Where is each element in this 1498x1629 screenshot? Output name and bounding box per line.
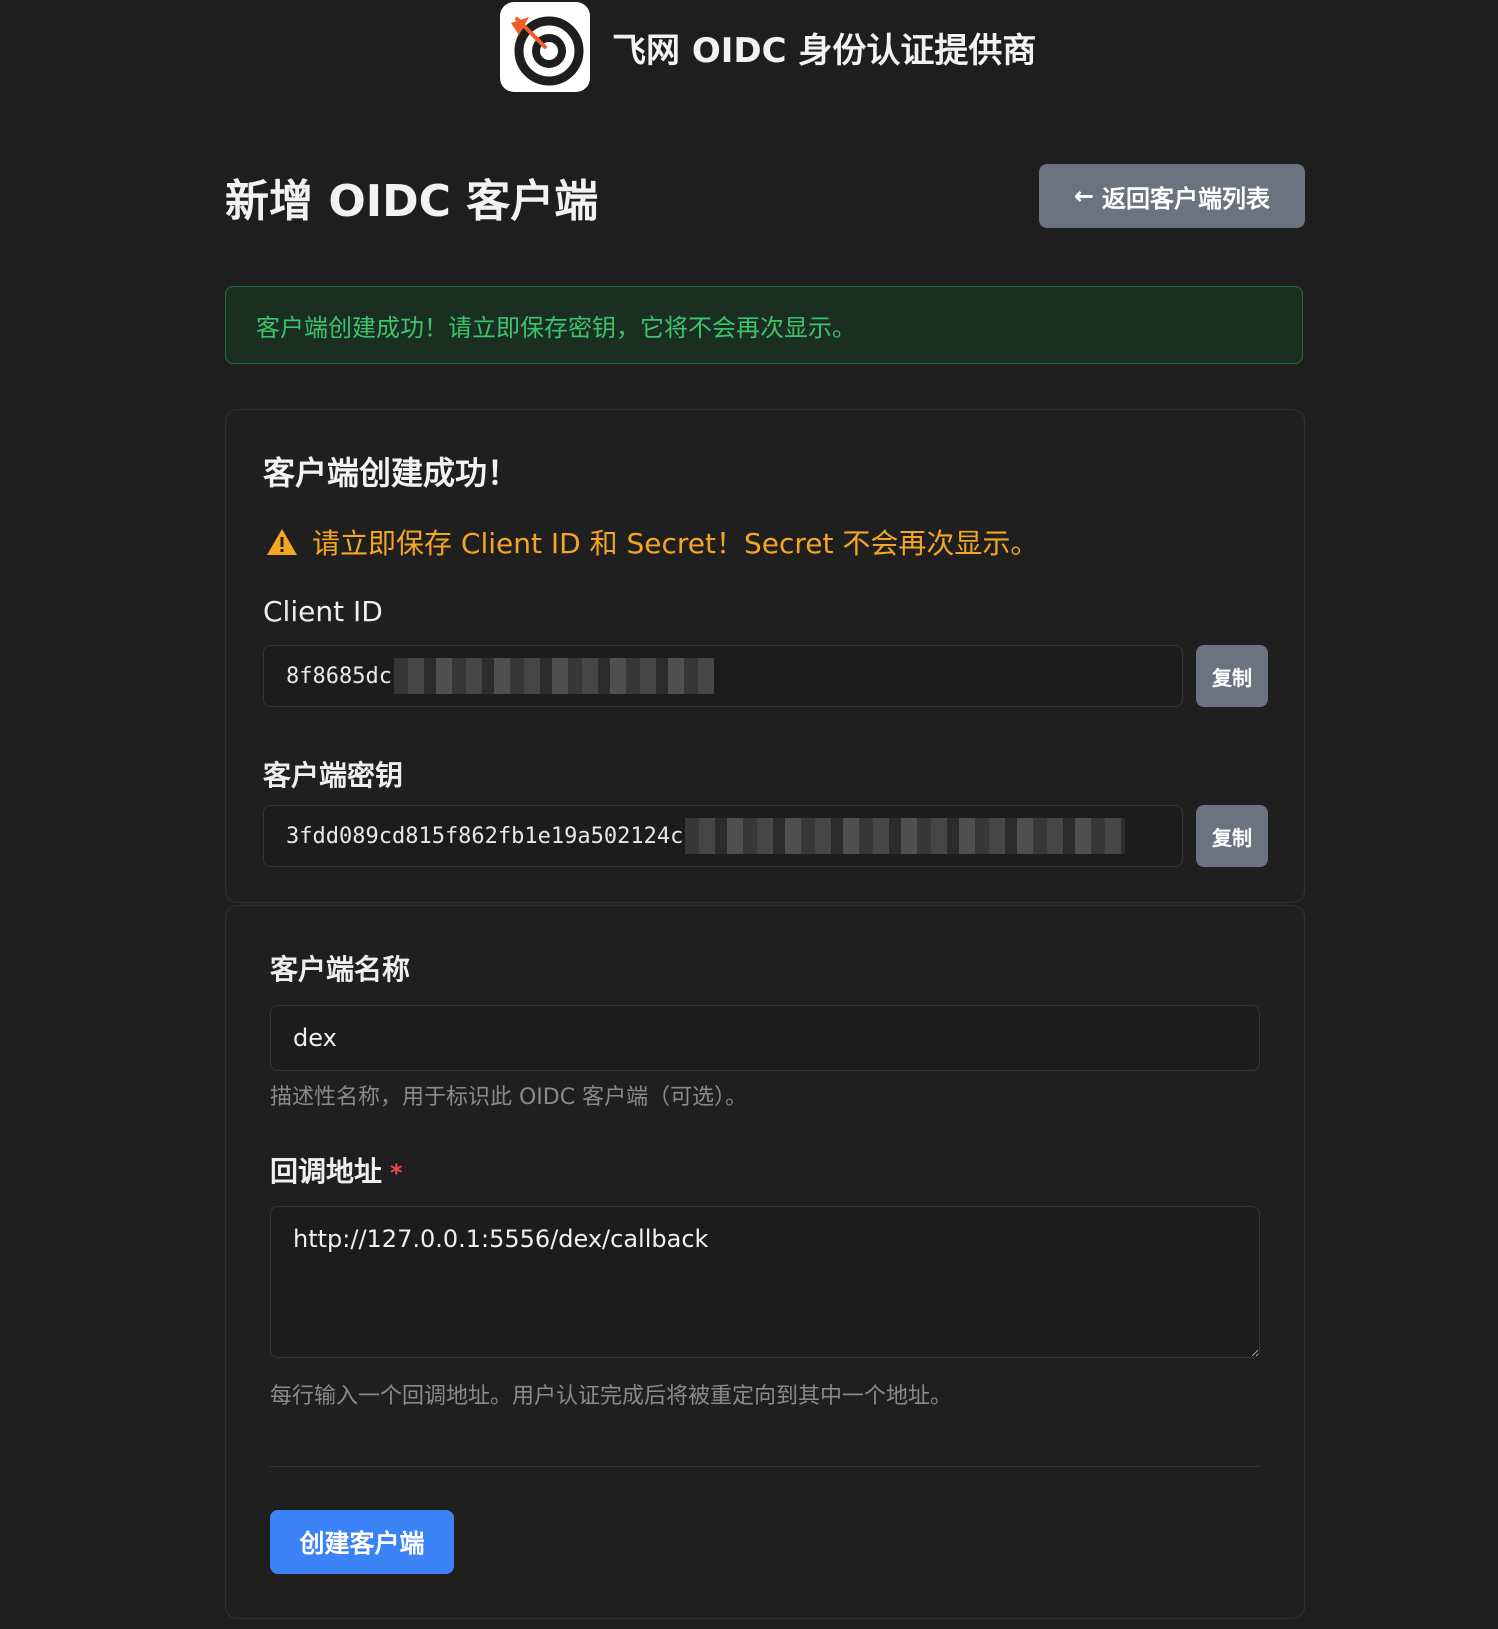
- arrow-left-icon: ←: [1073, 182, 1095, 210]
- success-alert-message: 客户端创建成功！请立即保存密钥，它将不会再次显示。: [256, 313, 856, 342]
- client-name-input[interactable]: [270, 1005, 1260, 1071]
- page-title: 新增 OIDC 客户端: [225, 176, 599, 227]
- client-secret-label: 客户端密钥: [263, 759, 404, 792]
- app-header: 飞网 OIDC 身份认证提供商: [500, 2, 1036, 92]
- back-button-label: 返回客户端列表: [1102, 184, 1271, 213]
- client-secret-value: 3fdd089cd815f862fb1e19a502124c: [286, 823, 684, 849]
- back-to-list-button[interactable]: ← 返回客户端列表: [1039, 164, 1305, 228]
- save-warning-text: 请立即保存 Client ID 和 Secret！Secret 不会再次显示。: [312, 527, 1039, 560]
- redirect-uri-help: 每行输入一个回调地址。用户认证完成后将被重定向到其中一个地址。: [270, 1384, 953, 1409]
- client-name-help: 描述性名称，用于标识此 OIDC 客户端（可选）。: [270, 1085, 748, 1110]
- success-alert: 客户端创建成功！请立即保存密钥，它将不会再次显示。: [225, 286, 1303, 364]
- redirect-uri-textarea[interactable]: http://127.0.0.1:5556/dex/callback: [270, 1206, 1260, 1358]
- copy-client-secret-button[interactable]: 复制: [1196, 805, 1268, 867]
- redirect-uri-label: 回调地址 *: [270, 1150, 403, 1190]
- create-client-button[interactable]: 创建客户端: [270, 1510, 454, 1574]
- client-id-field[interactable]: 8f8685dc: [263, 645, 1183, 707]
- client-id-label: Client ID: [263, 595, 383, 628]
- credentials-card: 客户端创建成功！ 请立即保存 Client ID 和 Secret！Secret…: [225, 409, 1305, 903]
- brand-title: 飞网 OIDC 身份认证提供商: [612, 30, 1037, 71]
- credentials-heading: 客户端创建成功！: [263, 454, 520, 492]
- form-divider: [270, 1466, 1260, 1467]
- client-secret-redacted: [685, 818, 1126, 854]
- client-id-redacted: [393, 658, 714, 694]
- client-id-value: 8f8685dc: [286, 663, 392, 689]
- warning-icon: [267, 529, 297, 555]
- client-secret-field[interactable]: 3fdd089cd815f862fb1e19a502124c: [263, 805, 1183, 867]
- save-warning: 请立即保存 Client ID 和 Secret！Secret 不会再次显示。: [266, 522, 1038, 562]
- client-form-card: 客户端名称 描述性名称，用于标识此 OIDC 客户端（可选）。 回调地址* ht…: [225, 905, 1305, 1619]
- target-arrow-icon[interactable]: [500, 2, 590, 92]
- client-name-label: 客户端名称: [270, 953, 411, 986]
- copy-client-id-button[interactable]: 复制: [1196, 645, 1268, 707]
- redirect-uri-label-text: 回调地址: [270, 1155, 383, 1188]
- required-asterisk: *: [390, 1159, 403, 1187]
